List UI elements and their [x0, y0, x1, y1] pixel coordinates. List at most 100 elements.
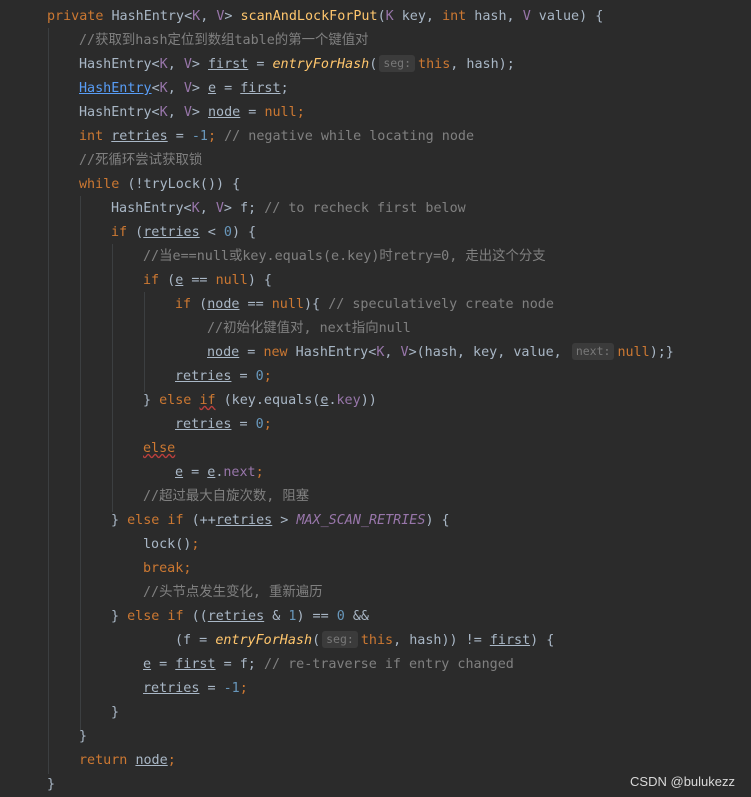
variable: node — [207, 345, 240, 360]
punct: ) == — [296, 609, 337, 624]
punct: > — [191, 81, 208, 96]
code-line-23[interactable]: lock(); — [0, 533, 199, 557]
punct: (f = — [175, 633, 216, 648]
keyword: break — [143, 561, 184, 576]
code-line-27[interactable]: (f = entryForHash(seg: this, hash)) != fi… — [0, 629, 554, 653]
code-line-16[interactable]: retries = 0; — [0, 365, 272, 389]
code-line-17[interactable]: } else if (key.equals(e.key)) — [0, 389, 377, 413]
punct: > — [191, 57, 208, 72]
field: key — [336, 393, 361, 408]
comment: // to recheck first below — [264, 201, 466, 216]
code-line-1[interactable]: private HashEntry<K, V> scanAndLockForPu… — [0, 5, 603, 29]
code-line-26[interactable]: } else if ((retries & 1) == 0 && — [0, 605, 369, 629]
number: 0 — [255, 417, 264, 432]
punct: = f; — [215, 657, 264, 672]
code-line-13[interactable]: if (node == null){ // speculatively crea… — [0, 293, 554, 317]
keyword: this — [360, 633, 394, 648]
code-line-5[interactable]: HashEntry<K, V> node = null; — [0, 101, 305, 125]
code-line-4[interactable]: HashEntry<K, V> e = first; — [0, 77, 289, 101]
code-line-19[interactable]: else — [0, 437, 175, 461]
punct: = — [231, 417, 256, 432]
code-line-11[interactable]: //当e==null或key.equals(e.key)时retry=0, 走出… — [0, 245, 546, 269]
punct: && — [344, 609, 369, 624]
code-line-32[interactable]: return node; — [0, 749, 176, 773]
punct: ( — [377, 9, 386, 24]
punct: > — [272, 513, 297, 528]
code-line-33[interactable]: } — [0, 773, 55, 797]
code-line-9[interactable]: HashEntry<K, V> f; // to recheck first b… — [0, 197, 466, 221]
code-line-10[interactable]: if (retries < 0) { — [0, 221, 256, 245]
constant: MAX_SCAN_RETRIES — [296, 513, 426, 528]
code-line-30[interactable]: } — [0, 701, 119, 725]
type-param: K — [191, 201, 200, 216]
method-call: lock() — [143, 537, 192, 552]
code-line-18[interactable]: retries = 0; — [0, 413, 272, 437]
variable: retries — [143, 681, 200, 696]
punct: = — [216, 81, 241, 96]
code-editor[interactable]: private HashEntry<K, V> scanAndLockForPu… — [0, 0, 751, 797]
code-text: (!tryLock()) { — [119, 177, 241, 192]
keyword: null — [215, 273, 248, 288]
code-line-24[interactable]: break; — [0, 557, 191, 581]
variable: e — [143, 657, 152, 672]
punct: , hash)) != — [393, 633, 490, 648]
type-name: HashEntry< — [287, 345, 377, 360]
comment: //当e==null或key.equals(e.key)时retry=0, 走出… — [143, 249, 546, 264]
punct: & — [264, 609, 289, 624]
code-line-15[interactable]: node = new HashEntry<K, V>(hash, key, va… — [0, 341, 674, 365]
code-line-21[interactable]: //超过最大自旋次数, 阻塞 — [0, 485, 309, 509]
punct: ) { — [231, 225, 257, 240]
punct: ; — [239, 681, 248, 696]
number: 0 — [336, 609, 345, 624]
punct: = — [248, 57, 273, 72]
code-line-22[interactable]: } else if (++retries > MAX_SCAN_RETRIES)… — [0, 509, 450, 533]
variable: retries — [111, 129, 168, 144]
punct: == — [183, 273, 216, 288]
variable: first — [175, 657, 216, 672]
comment: //死循环尝试获取锁 — [79, 153, 203, 168]
keyword: while — [79, 177, 120, 192]
code-line-20[interactable]: e = e.next; — [0, 461, 264, 485]
punct: ; — [255, 465, 264, 480]
code-line-14[interactable]: //初始化键值对, next指向null — [0, 317, 411, 341]
keyword: else — [143, 441, 176, 456]
punct: = — [239, 345, 264, 360]
type-name: HashEntry< — [79, 57, 160, 72]
code-line-7[interactable]: //死循环尝试获取锁 — [0, 149, 202, 173]
param-text: key, — [393, 9, 443, 24]
code-line-31[interactable]: } — [0, 725, 87, 749]
param-text: hash, — [466, 9, 523, 24]
watermark: CSDN @bulukezz — [630, 774, 735, 789]
method-call: entryForHash — [272, 57, 370, 72]
code-line-12[interactable]: if (e == null) { — [0, 269, 272, 293]
number: -1 — [223, 681, 240, 696]
parameter-hint: seg: — [379, 55, 416, 72]
param-text: value) { — [530, 9, 604, 24]
code-line-6[interactable]: int retries = -1; // negative while loca… — [0, 125, 474, 149]
code-line-3[interactable]: HashEntry<K, V> first = entryForHash(seg… — [0, 53, 515, 77]
code-line-29[interactable]: retries = -1; — [0, 677, 248, 701]
punct: , — [167, 81, 184, 96]
punct: = — [167, 129, 192, 144]
type-param: V — [183, 105, 192, 120]
code-line-28[interactable]: e = first = f; // re-traverse if entry c… — [0, 653, 514, 677]
method-call: entryForHash — [215, 633, 313, 648]
variable: retries — [143, 225, 200, 240]
punct: ) { — [247, 273, 272, 288]
punct: } — [111, 609, 128, 624]
punct: , — [199, 201, 216, 216]
punct: ; — [280, 81, 289, 96]
code-line-25[interactable]: //头节点发生变化, 重新遍历 — [0, 581, 323, 605]
code-line-8[interactable]: while (!tryLock()) { — [0, 173, 240, 197]
type-name: HashEntry — [111, 9, 185, 24]
number: 0 — [223, 225, 232, 240]
type-link[interactable]: HashEntry — [79, 81, 152, 96]
code-line-2[interactable]: //获取到hash定位到数组table的第一个键值对 — [0, 29, 369, 53]
keyword: private — [47, 9, 104, 24]
punct: ; — [167, 753, 176, 768]
type-param: V — [215, 201, 224, 216]
punct: ; — [263, 369, 272, 384]
variable: retries — [207, 609, 265, 624]
comment: // speculatively create node — [328, 297, 554, 312]
comment: //初始化键值对, next指向null — [207, 321, 411, 336]
